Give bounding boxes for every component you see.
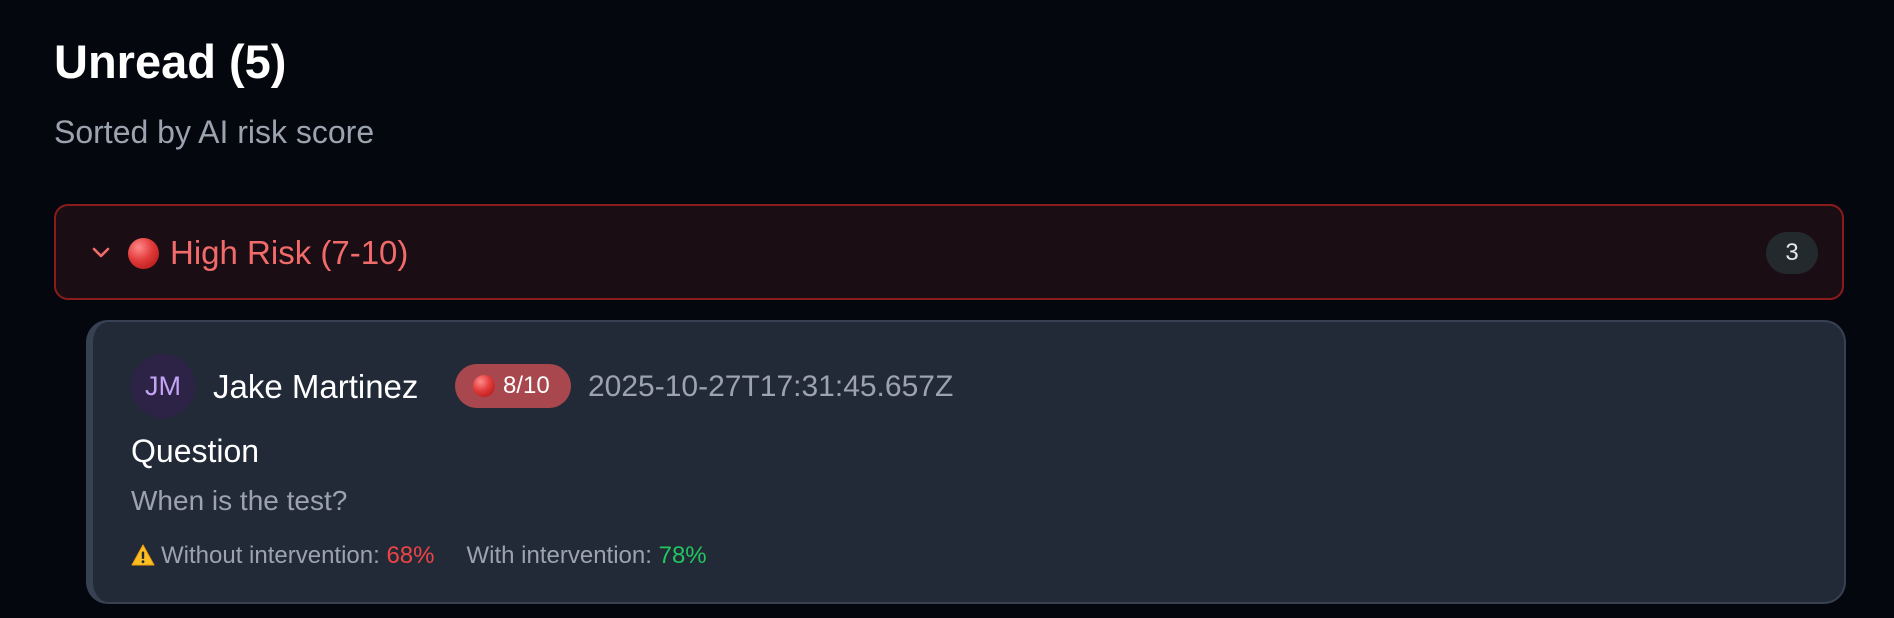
message-card[interactable]: JM Jake Martinez 8/10 2025-10-27T17:31:4…	[86, 320, 1846, 604]
message-timestamp: 2025-10-27T17:31:45.657Z	[588, 370, 954, 403]
sender-name: Jake Martinez	[213, 368, 419, 405]
risk-score-badge: 8/10	[455, 364, 571, 408]
with-intervention-value: 78%	[658, 542, 707, 569]
without-intervention-label: Without intervention:	[161, 542, 380, 569]
avatar: JM	[131, 354, 195, 418]
page-subtitle: Sorted by AI risk score	[54, 114, 375, 150]
page-title: Unread (5)	[54, 35, 287, 88]
warning-icon	[131, 544, 155, 566]
with-intervention-label: With intervention:	[466, 542, 652, 569]
message-body: When is the test?	[131, 485, 348, 516]
high-risk-group-header[interactable]: High Risk (7-10) 3	[54, 204, 1844, 300]
group-count-badge: 3	[1766, 232, 1818, 274]
intervention-stats: Without intervention: 68% With interventi…	[131, 540, 707, 572]
chevron-down-icon[interactable]	[86, 238, 116, 268]
message-type: Question	[131, 433, 260, 469]
without-intervention-value: 68%	[386, 542, 435, 569]
red-circle-icon	[473, 375, 495, 397]
risk-score-text: 8/10	[503, 372, 550, 399]
page: Unread (5) Sorted by AI risk score High …	[0, 0, 1894, 618]
red-circle-icon	[128, 238, 159, 269]
group-label: High Risk (7-10)	[170, 234, 409, 271]
